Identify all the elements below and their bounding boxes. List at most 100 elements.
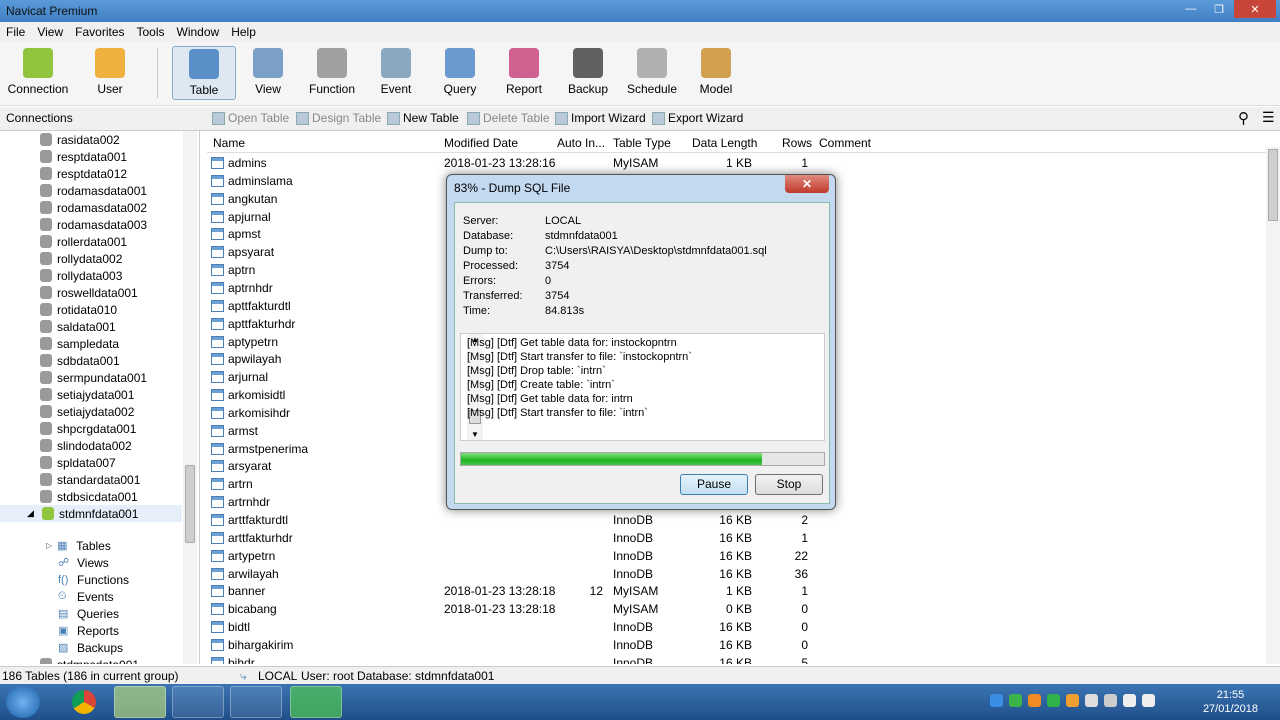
toolbar-user-button[interactable]: User	[78, 46, 142, 100]
navicat-app-icon[interactable]	[114, 686, 166, 718]
sidebar-db-rollydata003[interactable]: rollydata003	[40, 267, 122, 284]
teamviewer-icon[interactable]	[990, 694, 1003, 707]
sidebar-db-rotidata010[interactable]: rotidata010	[40, 301, 117, 318]
app-tray-icon[interactable]	[1066, 694, 1079, 707]
sidebar-queries[interactable]: ▤ Queries	[58, 605, 119, 622]
power-icon[interactable]	[1104, 694, 1117, 707]
column-header-modified-date[interactable]: Modified Date	[444, 136, 518, 150]
sidebar-db-stdmnfdata001[interactable]: ◢ stdmnfdata001	[0, 505, 182, 522]
network-icon[interactable]	[1123, 694, 1136, 707]
column-header-rows[interactable]: Rows	[782, 136, 812, 150]
table-row[interactable]: arttfakturhdr InnoDB 16 KB 1	[207, 529, 1267, 547]
toolbar-view-button[interactable]: View	[236, 46, 300, 100]
flag-icon[interactable]	[1085, 694, 1098, 707]
delete-table-button[interactable]: Delete Table	[467, 111, 550, 125]
table-row[interactable]: banner 2018-01-23 13:28:18 12 MyISAM 1 KB 1	[207, 582, 1267, 600]
menu-help[interactable]: Help	[225, 22, 262, 42]
active-app-icon[interactable]	[290, 686, 342, 718]
sidebar-scrollbar[interactable]	[183, 131, 197, 664]
toolbar-backup-button[interactable]: Backup	[556, 46, 620, 100]
toolbar-schedule-button[interactable]: Schedule	[620, 46, 684, 100]
column-header-table-type[interactable]: Table Type	[613, 136, 671, 150]
table-row[interactable]: artypetrn InnoDB 16 KB 22	[207, 547, 1267, 565]
menu-tools[interactable]: Tools	[131, 22, 171, 42]
table-scrollbar[interactable]	[1266, 147, 1280, 664]
table-row[interactable]: arwilayah InnoDB 16 KB 36	[207, 565, 1267, 583]
sidebar-db-rodamasdata001[interactable]: rodamasdata001	[40, 182, 147, 199]
volume-icon[interactable]	[1142, 694, 1155, 707]
chrome-icon[interactable]	[58, 686, 110, 718]
table-row[interactable]: admins 2018-01-23 13:28:16 MyISAM 1 KB 1	[207, 154, 1267, 172]
sidebar-db-resptdata012[interactable]: resptdata012	[40, 165, 127, 182]
sidebar-db-saldata001[interactable]: saldata001	[40, 318, 116, 335]
toolbar-model-button[interactable]: Model	[684, 46, 748, 100]
log-area[interactable]: ▲ ▼ [Msg] [Dtf] Get table data for: insto…	[460, 333, 825, 441]
list-view-icon[interactable]: ☰	[1262, 109, 1275, 126]
minimize-button[interactable]: —	[1178, 0, 1204, 18]
dialog-close-button[interactable]: ✕	[785, 175, 829, 193]
table-row[interactable]: arttfakturdtl InnoDB 16 KB 2	[207, 511, 1267, 529]
sidebar-functions[interactable]: f() Functions	[58, 571, 129, 588]
open-table-button[interactable]: Open Table	[212, 111, 289, 125]
close-button[interactable]: ✕	[1234, 0, 1276, 18]
start-button[interactable]	[6, 686, 40, 718]
new-table-button[interactable]: New Table	[387, 111, 459, 125]
toolbar-connection-button[interactable]: Connection	[6, 46, 70, 100]
expand-arrow-icon[interactable]: ◢	[27, 508, 34, 519]
column-header-comment[interactable]: Comment	[819, 136, 871, 150]
menu-file[interactable]: File	[0, 22, 31, 42]
sidebar-db-stdbsicdata001[interactable]: stdbsicdata001	[40, 488, 138, 505]
sidebar-reports[interactable]: ▣ Reports	[58, 622, 119, 639]
stop-button[interactable]: Stop	[755, 474, 823, 495]
sidebar-db-sampledata[interactable]: sampledata	[40, 335, 119, 352]
sidebar-db-spldata007[interactable]: spldata007	[40, 454, 116, 471]
sidebar-db-partial[interactable]: stdmnsdata001	[40, 656, 139, 664]
column-header-name[interactable]: Name	[213, 136, 245, 150]
file-explorer-icon[interactable]	[172, 686, 224, 718]
sidebar-db-resptdata001[interactable]: resptdata001	[40, 148, 127, 165]
sidebar-db-sermpundata001[interactable]: sermpundata001	[40, 369, 147, 386]
sidebar-tables[interactable]: ▷ ▦ Tables	[46, 537, 111, 554]
xampp-icon[interactable]	[1028, 694, 1041, 707]
sidebar-db-rasidata002[interactable]: rasidata002	[40, 131, 120, 148]
sidebar-db-setiajydata001[interactable]: setiajydata001	[40, 386, 134, 403]
sidebar-db-standardata001[interactable]: standardata001	[40, 471, 140, 488]
export-wizard-button[interactable]: Export Wizard	[652, 111, 743, 125]
table-row[interactable]: bicabang 2018-01-23 13:28:18 MyISAM 0 KB 0	[207, 600, 1267, 618]
table-row[interactable]: bihdr InnoDB 16 KB 5	[207, 654, 1267, 664]
toolbar-event-button[interactable]: Event	[364, 46, 428, 100]
toolbar-function-button[interactable]: Function	[300, 46, 364, 100]
terminal-app-icon[interactable]	[230, 686, 282, 718]
sidebar-backups[interactable]: ▨ Backups	[58, 639, 123, 656]
table-row[interactable]: bidtl InnoDB 16 KB 0	[207, 618, 1267, 636]
sidebar-db-shpcrgdata001[interactable]: shpcrgdata001	[40, 420, 136, 437]
sidebar-events[interactable]: ⏲ Events	[58, 588, 114, 605]
column-header-auto-in-[interactable]: Auto In...	[557, 136, 605, 150]
search-icon[interactable]: ⚲	[1238, 109, 1249, 127]
collapse-arrow-icon[interactable]: ▷	[46, 541, 52, 550]
import-wizard-button[interactable]: Import Wizard	[555, 111, 646, 125]
sidebar-db-setiajydata002[interactable]: setiajydata002	[40, 403, 134, 420]
clock[interactable]: 21:55 27/01/2018	[1203, 688, 1258, 716]
toolbar-query-button[interactable]: Query	[428, 46, 492, 100]
column-header-data-length[interactable]: Data Length	[692, 136, 757, 150]
sync-icon[interactable]	[1009, 694, 1022, 707]
sidebar-db-rodamasdata002[interactable]: rodamasdata002	[40, 199, 147, 216]
sidebar-views[interactable]: ☍ Views	[58, 554, 109, 571]
table-row[interactable]: bihargakirim InnoDB 16 KB 0	[207, 636, 1267, 654]
drive-icon[interactable]	[1047, 694, 1060, 707]
menu-view[interactable]: View	[31, 22, 69, 42]
sidebar-db-rodamasdata003[interactable]: rodamasdata003	[40, 216, 147, 233]
menu-favorites[interactable]: Favorites	[69, 22, 130, 42]
sidebar-db-slindodata002[interactable]: slindodata002	[40, 437, 132, 454]
toolbar-table-button[interactable]: Table	[172, 46, 236, 100]
pause-button[interactable]: Pause	[680, 474, 748, 495]
sidebar-db-rollerdata001[interactable]: rollerdata001	[40, 233, 127, 250]
sidebar-db-roswelldata001[interactable]: roswelldata001	[40, 284, 138, 301]
toolbar-report-button[interactable]: Report	[492, 46, 556, 100]
sidebar-db-rollydata002[interactable]: rollydata002	[40, 250, 122, 267]
maximize-button[interactable]: ❐	[1206, 0, 1232, 18]
menu-window[interactable]: Window	[171, 22, 226, 42]
sidebar-db-sdbdata001[interactable]: sdbdata001	[40, 352, 120, 369]
design-table-button[interactable]: Design Table	[296, 111, 381, 125]
